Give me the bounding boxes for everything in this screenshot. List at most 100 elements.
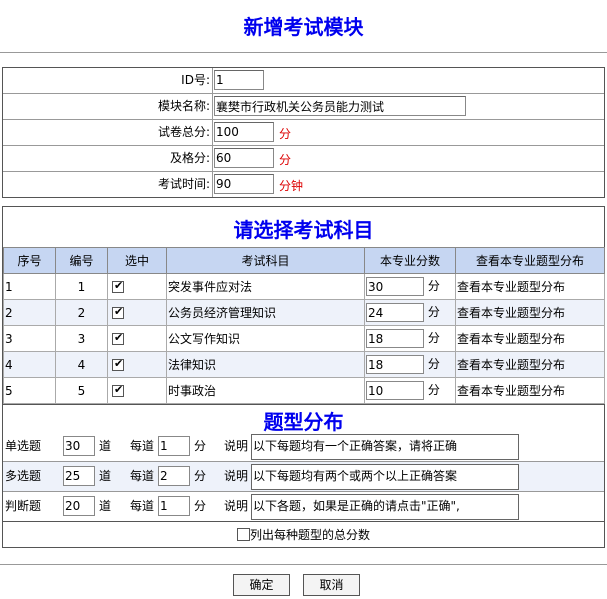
header-subject: 考试科目: [166, 247, 365, 274]
question-count-input[interactable]: [63, 436, 95, 456]
top-divider: [0, 52, 607, 53]
row-code: 1: [55, 273, 108, 300]
view-distribution-link[interactable]: 查看本专业题型分布: [455, 377, 605, 404]
score-unit: 分: [427, 383, 440, 397]
question-desc-textarea[interactable]: 以下每题均有一个正确答案，请将正确: [251, 434, 519, 460]
question-type-section: 题型分布 单选题 道 每道 分 说明 以下每题均有一个正确答案，请将正确 多选题…: [2, 404, 605, 522]
row-seq: 5: [3, 377, 56, 404]
desc-label: 说明: [224, 439, 249, 453]
subject-score-input[interactable]: [366, 303, 424, 322]
subject-score-input[interactable]: [366, 381, 424, 400]
question-type-name: 多选题: [5, 469, 42, 483]
per-score-input[interactable]: [158, 466, 190, 486]
table-row: 1 1 ✔ 突发事件应对法 分 查看本专业题型分布: [3, 273, 605, 300]
per-label: 每道: [130, 469, 155, 483]
pass-score-unit: 分: [279, 153, 292, 167]
total-score-unit: 分: [279, 127, 292, 141]
question-type-name: 单选题: [5, 439, 42, 453]
view-distribution-link[interactable]: 查看本专业题型分布: [455, 299, 605, 326]
score-unit: 分: [194, 439, 207, 453]
count-unit: 道: [99, 439, 112, 453]
pass-score-label: 及格分:: [3, 146, 213, 171]
question-desc-textarea[interactable]: 以下每题均有两个或两个以上正确答案: [251, 464, 519, 490]
id-row: ID号:: [3, 68, 604, 94]
total-score-row: 试卷总分: 分: [3, 120, 604, 146]
cancel-button[interactable]: 取消: [303, 574, 360, 596]
subject-table: 序号 编号 选中 考试科目 本专业分数 查看本专业题型分布 1 1 ✔ 突发事件…: [3, 247, 605, 404]
check-icon: ✔: [114, 305, 124, 318]
name-label: 模块名称:: [3, 94, 213, 119]
bottom-divider: [0, 564, 607, 565]
view-distribution-link[interactable]: 查看本专业题型分布: [455, 273, 605, 300]
row-code: 2: [55, 299, 108, 326]
header-score: 本专业分数: [364, 247, 456, 274]
question-type-row: 判断题 道 每道 分 说明 以下各题，如果是正确的请点击"正确",: [3, 492, 604, 522]
question-count-input[interactable]: [63, 466, 95, 486]
exam-time-label: 考试时间:: [3, 172, 213, 197]
name-row: 模块名称:: [3, 94, 604, 120]
subject-section: 请选择考试科目 序号 编号 选中 考试科目 本专业分数 查看本专业题型分布 1 …: [2, 206, 605, 404]
subject-score-input[interactable]: [366, 277, 424, 296]
pass-score-row: 及格分: 分: [3, 146, 604, 172]
view-distribution-link[interactable]: 查看本专业题型分布: [455, 325, 605, 352]
module-name-input[interactable]: [214, 96, 466, 116]
score-unit: 分: [427, 331, 440, 345]
total-score-option: 列出每种题型的总分数: [2, 522, 605, 548]
table-row: 2 2 ✔ 公务员经济管理知识 分 查看本专业题型分布: [3, 299, 605, 326]
total-score-checkbox[interactable]: [236, 528, 250, 541]
subject-checkbox[interactable]: ✔: [112, 357, 124, 371]
check-icon: ✔: [114, 357, 124, 370]
score-unit: 分: [427, 357, 440, 371]
question-type-row: 单选题 道 每道 分 说明 以下每题均有一个正确答案，请将正确: [3, 432, 604, 462]
per-label: 每道: [130, 439, 155, 453]
score-unit: 分: [194, 499, 207, 513]
row-seq: 2: [3, 299, 56, 326]
score-unit: 分: [427, 305, 440, 319]
pass-score-input[interactable]: [214, 148, 274, 168]
header-code: 编号: [55, 247, 108, 274]
desc-label: 说明: [224, 469, 249, 483]
header-view-distribution: 查看本专业题型分布: [455, 247, 605, 274]
subject-score-input[interactable]: [366, 329, 424, 348]
subject-checkbox[interactable]: ✔: [112, 305, 124, 319]
page-title: 新增考试模块: [243, 15, 364, 39]
subject-checkbox[interactable]: ✔: [112, 383, 124, 397]
per-score-input[interactable]: [158, 436, 190, 456]
score-unit: 分: [194, 469, 207, 483]
total-score-input[interactable]: [214, 122, 274, 142]
question-desc-textarea[interactable]: 以下各题，如果是正确的请点击"正确",: [251, 494, 519, 520]
row-seq: 1: [3, 273, 56, 300]
check-icon: ✔: [114, 279, 124, 292]
row-subject-name: 突发事件应对法: [166, 273, 365, 300]
total-score-option-label: 列出每种题型的总分数: [249, 528, 370, 542]
id-label: ID号:: [3, 68, 213, 93]
row-code: 4: [55, 351, 108, 378]
per-score-input[interactable]: [158, 496, 190, 516]
module-info-form: ID号: 模块名称: 试卷总分: 分 及格分: 分 考试时间: 分钟: [2, 67, 605, 198]
question-type-name: 判断题: [5, 499, 42, 513]
check-icon: ✔: [114, 383, 124, 396]
id-input[interactable]: [214, 70, 264, 90]
total-score-label: 试卷总分:: [3, 120, 213, 145]
check-icon: ✔: [114, 331, 124, 344]
subject-checkbox[interactable]: ✔: [112, 279, 124, 293]
count-unit: 道: [99, 499, 112, 513]
exam-time-row: 考试时间: 分钟: [3, 172, 604, 198]
table-row: 4 4 ✔ 法律知识 分 查看本专业题型分布: [3, 351, 605, 378]
confirm-button[interactable]: 确定: [233, 574, 290, 596]
header-selected: 选中: [107, 247, 167, 274]
score-unit: 分: [427, 279, 440, 293]
subject-table-header: 序号 编号 选中 考试科目 本专业分数 查看本专业题型分布: [3, 247, 605, 274]
exam-time-input[interactable]: [214, 174, 274, 194]
subject-checkbox[interactable]: ✔: [112, 331, 124, 345]
per-label: 每道: [130, 499, 155, 513]
question-type-row: 多选题 道 每道 分 说明 以下每题均有两个或两个以上正确答案: [3, 462, 604, 492]
row-subject-name: 公文写作知识: [166, 325, 365, 352]
row-code: 5: [55, 377, 108, 404]
table-row: 5 5 ✔ 时事政治 分 查看本专业题型分布: [3, 377, 605, 404]
row-subject-name: 公务员经济管理知识: [166, 299, 365, 326]
question-count-input[interactable]: [63, 496, 95, 516]
subject-score-input[interactable]: [366, 355, 424, 374]
view-distribution-link[interactable]: 查看本专业题型分布: [455, 351, 605, 378]
header-seq: 序号: [3, 247, 56, 274]
